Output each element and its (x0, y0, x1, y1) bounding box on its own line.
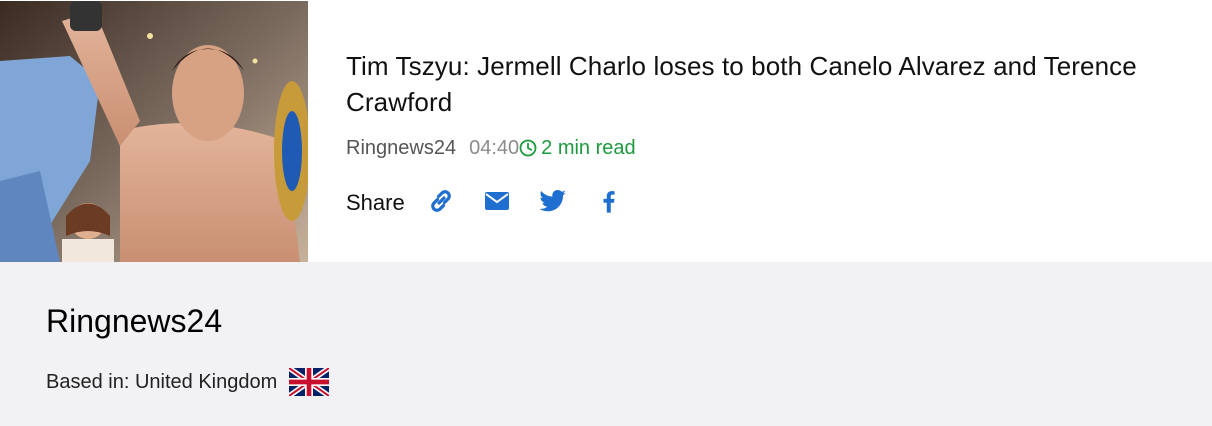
email-share-button[interactable] (481, 185, 513, 217)
article-headline[interactable]: Tim Tszyu: Jermell Charlo loses to both … (346, 48, 1212, 120)
source-profile: Ringnews24 Based in: United Kingdom (0, 262, 1212, 426)
article-thumbnail[interactable] (0, 1, 308, 262)
based-in-label: Based in: United Kingdom (46, 370, 278, 393)
link-icon (430, 190, 451, 212)
article-time: 04:40 (469, 137, 520, 159)
facebook-share-button[interactable] (593, 185, 625, 217)
article-info: Tim Tszyu: Jermell Charlo loses to both … (346, 48, 1212, 217)
article-card[interactable]: Tim Tszyu: Jermell Charlo loses to both … (0, 0, 1212, 262)
twitter-share-button[interactable] (537, 185, 569, 217)
twitter-icon (539, 190, 566, 212)
copy-link-button[interactable] (425, 185, 457, 217)
profile-name[interactable]: Ringnews24 (46, 300, 222, 342)
page: Tim Tszyu: Jermell Charlo loses to both … (0, 0, 1212, 426)
based-in: Based in: United Kingdom (46, 368, 330, 396)
clock-icon (519, 139, 537, 157)
article-meta: Ringnews24 04:40 2 min read (346, 134, 1212, 162)
article-source[interactable]: Ringnews24 (346, 134, 456, 162)
uk-flag-icon (289, 368, 330, 396)
share-bar: Share (346, 185, 1212, 217)
facebook-icon (603, 191, 615, 213)
envelope-icon (484, 192, 509, 210)
share-label: Share (346, 190, 405, 215)
read-time: 2 min read (519, 134, 636, 162)
boxer-photo (0, 1, 308, 262)
read-time-label: 2 min read (541, 137, 636, 159)
